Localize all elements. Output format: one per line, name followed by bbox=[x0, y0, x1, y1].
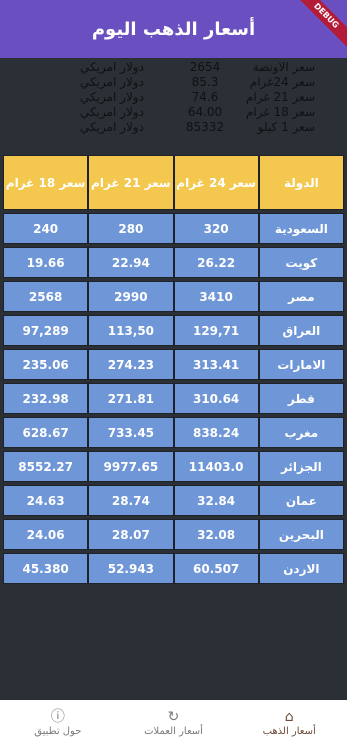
summary-value: 2654 bbox=[189, 60, 221, 74]
cell-24k: 26.22 bbox=[173, 247, 259, 278]
summary-label: سعر 24غرام bbox=[249, 75, 315, 89]
cell-21k: 733.45 bbox=[88, 417, 174, 448]
bottom-navigation: ⓘ حول تطبيق ↻ أسعار العملات ⌂ أسعار الذه… bbox=[0, 700, 347, 747]
cell-country: كويت bbox=[258, 247, 344, 278]
nav-label: حول تطبيق bbox=[34, 726, 82, 737]
page-title: أسعار الذهب اليوم bbox=[91, 18, 256, 40]
cell-18k: 45.380 bbox=[3, 553, 89, 584]
nav-about-app[interactable]: ⓘ حول تطبيق bbox=[0, 700, 116, 747]
table-row: 97,289 113,50 129,71 العراق bbox=[3, 315, 344, 346]
cell-18k: 24.06 bbox=[3, 519, 89, 550]
cell-24k: 129,71 bbox=[173, 315, 259, 346]
table-row: 24.06 28.07 32.08 البحرين bbox=[3, 519, 344, 550]
cell-18k: 628.67 bbox=[3, 417, 89, 448]
cell-21k: 22.94 bbox=[88, 247, 174, 278]
summary-label: سعر 21 غرام bbox=[245, 90, 315, 104]
summary-unit: دولار امريكي bbox=[80, 105, 144, 119]
table-row: 8552.27 9977.65 11403.0 الجزائر bbox=[3, 451, 344, 482]
cell-24k: 313.41 bbox=[173, 349, 259, 380]
cell-21k: 271.81 bbox=[88, 383, 174, 414]
cell-18k: 2568 bbox=[3, 281, 89, 312]
cell-18k: 24.63 bbox=[3, 485, 89, 516]
summary-value: 85332 bbox=[185, 120, 225, 134]
table-row: 19.66 22.94 26.22 كويت bbox=[3, 247, 344, 278]
table-row: 2568 2990 3410 مصر bbox=[3, 281, 344, 312]
summary-row: سعر 1 كيلو 85332 دولار امريكي bbox=[0, 120, 347, 136]
cell-21k: 28.07 bbox=[88, 519, 174, 550]
summary-value: 85.3 bbox=[191, 75, 219, 89]
summary-row: سعر 18 غرام 64.00 دولار امريكي bbox=[0, 105, 347, 121]
cell-24k: 32.84 bbox=[173, 485, 259, 516]
gold-summary: سعر الاونصة 2654 دولار امريكي سعر 24غرام… bbox=[0, 58, 347, 150]
debug-banner: DEBUG bbox=[289, 0, 347, 53]
table-row: 628.67 733.45 838.24 مغرب bbox=[3, 417, 344, 448]
cell-country: الجزائر bbox=[258, 451, 344, 482]
table-header-row: سعر 18 غرام سعر 21 غرام سعر 24 غرام الدو… bbox=[3, 155, 344, 210]
cell-country: العراق bbox=[258, 315, 344, 346]
nav-currency-prices[interactable]: ↻ أسعار العملات bbox=[116, 700, 232, 747]
cell-24k: 838.24 bbox=[173, 417, 259, 448]
cell-country: مصر bbox=[258, 281, 344, 312]
cell-18k: 232.98 bbox=[3, 383, 89, 414]
cell-24k: 32.08 bbox=[173, 519, 259, 550]
home-icon: ⌂ bbox=[284, 709, 294, 725]
cell-21k: 274.23 bbox=[88, 349, 174, 380]
table-row: 235.06 274.23 313.41 الامارات bbox=[3, 349, 344, 380]
cell-18k: 97,289 bbox=[3, 315, 89, 346]
summary-row: سعر 24غرام 85.3 دولار امريكي bbox=[0, 75, 347, 91]
cell-country: مغرب bbox=[258, 417, 344, 448]
cell-country: السعودية bbox=[258, 213, 344, 244]
header-24k: سعر 24 غرام bbox=[173, 155, 259, 210]
header-18k: سعر 18 غرام bbox=[3, 155, 89, 210]
cell-21k: 9977.65 bbox=[88, 451, 174, 482]
nav-label: أسعار العملات bbox=[144, 726, 203, 737]
gold-price-table: سعر 18 غرام سعر 21 غرام سعر 24 غرام الدو… bbox=[3, 152, 344, 587]
nav-gold-prices[interactable]: ⌂ أسعار الذهب bbox=[231, 700, 347, 747]
cell-country: البحرين bbox=[258, 519, 344, 550]
cell-18k: 235.06 bbox=[3, 349, 89, 380]
cell-24k: 60.507 bbox=[173, 553, 259, 584]
cell-24k: 3410 bbox=[173, 281, 259, 312]
summary-label: سعر 1 كيلو bbox=[257, 120, 315, 134]
cell-24k: 310.64 bbox=[173, 383, 259, 414]
cell-country: الاردن bbox=[258, 553, 344, 584]
summary-unit: دولار امريكي bbox=[80, 90, 144, 104]
table-row: 24.63 28.74 32.84 عمان bbox=[3, 485, 344, 516]
header-21k: سعر 21 غرام bbox=[88, 155, 174, 210]
cell-18k: 19.66 bbox=[3, 247, 89, 278]
summary-unit: دولار امريكي bbox=[80, 120, 144, 134]
summary-row: سعر 21 غرام 74.6 دولار امريكي bbox=[0, 90, 347, 106]
table-row: 45.380 52.943 60.507 الاردن bbox=[3, 553, 344, 584]
summary-value: 74.6 bbox=[191, 90, 219, 104]
summary-label: سعر 18 غرام bbox=[245, 105, 315, 119]
cell-country: عمان bbox=[258, 485, 344, 516]
table-row: 240 280 320 السعودية bbox=[3, 213, 344, 244]
summary-unit: دولار امريكي bbox=[80, 75, 144, 89]
currency-exchange-icon: ↻ bbox=[167, 709, 180, 725]
cell-country: قطر bbox=[258, 383, 344, 414]
summary-label: سعر الاونصة bbox=[252, 60, 315, 74]
help-icon: ⓘ bbox=[50, 709, 65, 725]
cell-21k: 52.943 bbox=[88, 553, 174, 584]
nav-label: أسعار الذهب bbox=[262, 726, 316, 737]
cell-18k: 8552.27 bbox=[3, 451, 89, 482]
cell-21k: 113,50 bbox=[88, 315, 174, 346]
cell-21k: 2990 bbox=[88, 281, 174, 312]
cell-country: الامارات bbox=[258, 349, 344, 380]
cell-21k: 280 bbox=[88, 213, 174, 244]
header-country: الدولة bbox=[258, 155, 344, 210]
summary-unit: دولار امريكي bbox=[80, 60, 144, 74]
table-row: 232.98 271.81 310.64 قطر bbox=[3, 383, 344, 414]
cell-18k: 240 bbox=[3, 213, 89, 244]
cell-21k: 28.74 bbox=[88, 485, 174, 516]
cell-24k: 11403.0 bbox=[173, 451, 259, 482]
cell-24k: 320 bbox=[173, 213, 259, 244]
summary-value: 64.00 bbox=[187, 105, 223, 119]
summary-row: سعر الاونصة 2654 دولار امريكي bbox=[0, 60, 347, 76]
app-bar: أسعار الذهب اليوم DEBUG bbox=[0, 0, 347, 58]
